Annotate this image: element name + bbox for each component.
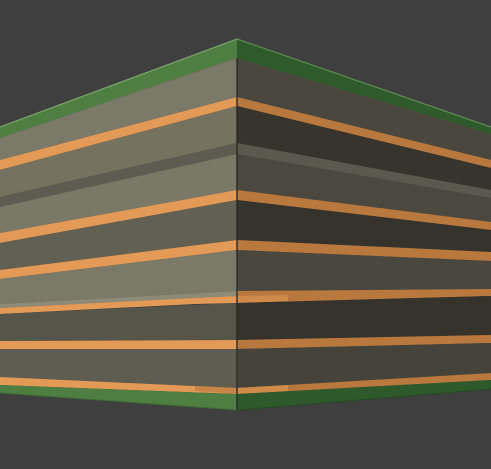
layered-stack-render bbox=[0, 38, 491, 411]
render-viewport bbox=[0, 0, 491, 469]
